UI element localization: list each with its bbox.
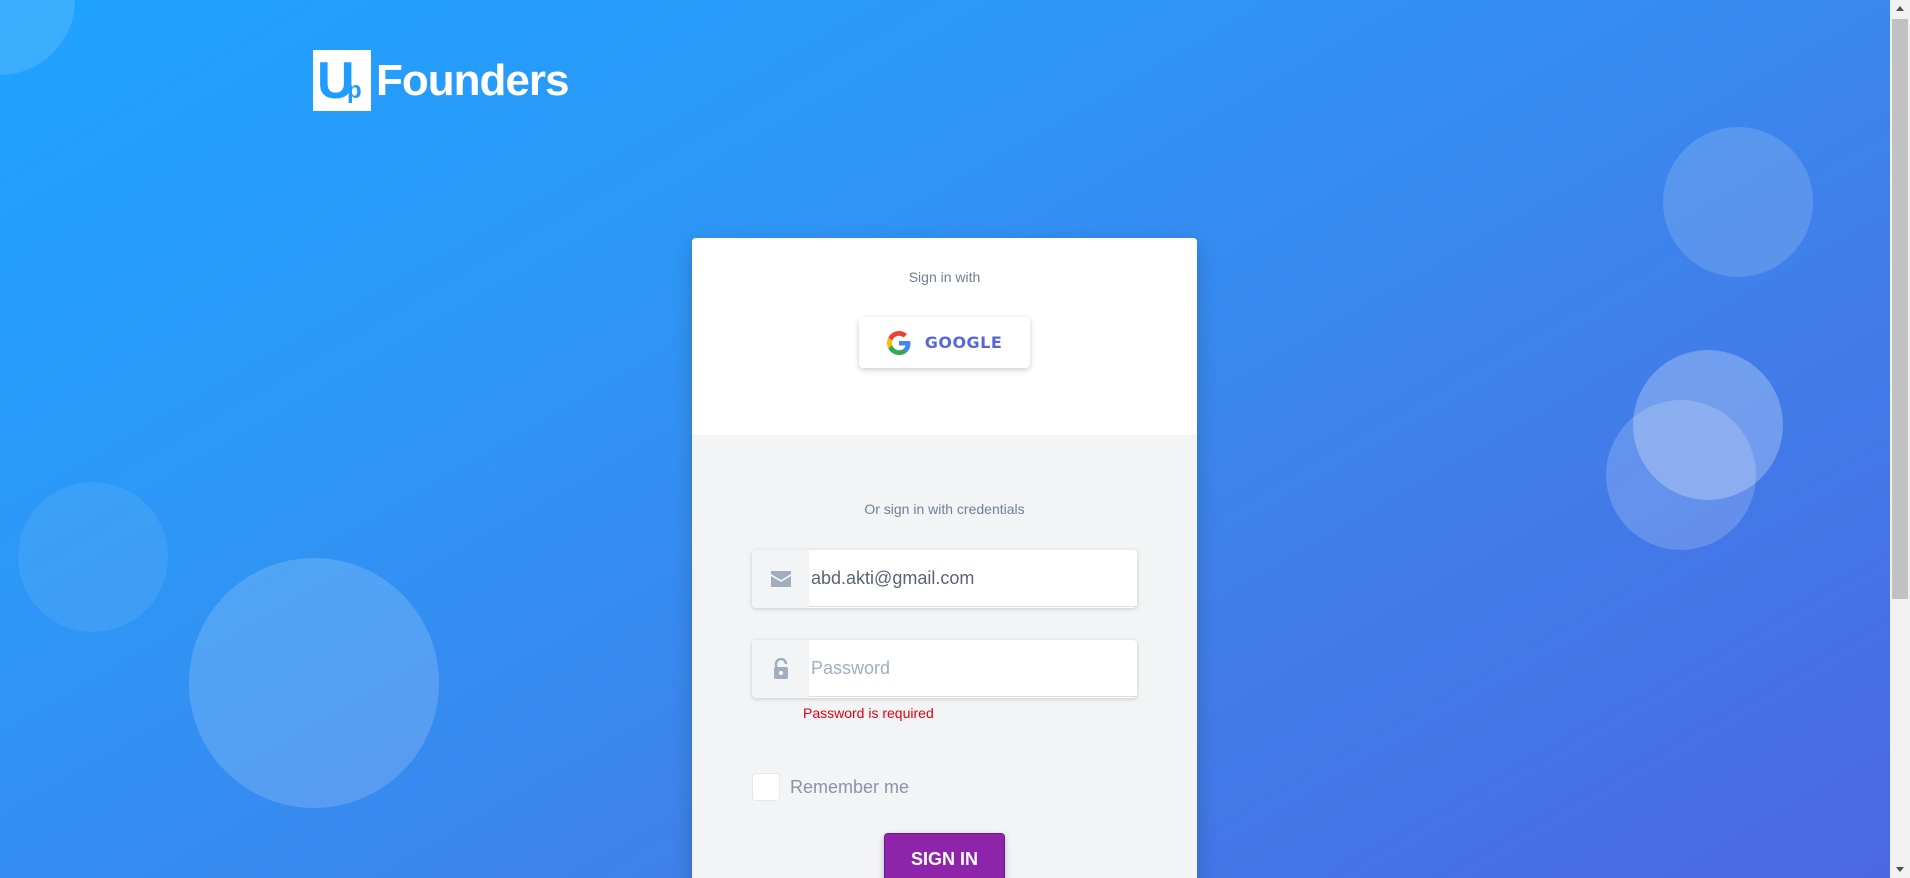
login-page: U p Founders Sign in with GOOGLE Or sign… — [0, 0, 1890, 878]
email-field-wrapper — [752, 550, 1137, 608]
logo-mark: U p — [313, 50, 371, 111]
decorative-bubble — [1633, 350, 1783, 500]
email-input[interactable] — [809, 551, 1137, 607]
password-field-wrapper — [752, 640, 1137, 698]
remember-me-label[interactable]: Remember me — [790, 777, 909, 798]
decorative-bubble — [1663, 127, 1813, 277]
google-signin-button[interactable]: GOOGLE — [859, 317, 1030, 368]
scrollbar-thumb[interactable] — [1892, 19, 1908, 599]
credentials-section: Or sign in with credentials abd.akti@gma… — [692, 435, 1197, 878]
password-error-message: Password is required — [803, 705, 934, 721]
decorative-bubble — [0, 0, 75, 75]
unlock-icon — [752, 640, 809, 698]
envelope-icon — [752, 550, 809, 608]
decorative-bubble — [18, 482, 168, 632]
scroll-up-arrow-icon[interactable] — [1890, 0, 1910, 17]
google-button-label: GOOGLE — [924, 333, 1003, 352]
login-card: Sign in with GOOGLE Or sign in with cred… — [692, 238, 1197, 878]
remember-me[interactable]: Remember me — [752, 773, 909, 801]
logo-letter-p: p — [347, 77, 362, 104]
scroll-down-arrow-icon[interactable] — [1890, 861, 1910, 878]
password-input[interactable] — [809, 641, 1137, 697]
credentials-heading: Or sign in with credentials — [864, 501, 1025, 517]
logo-text: Founders — [376, 55, 569, 105]
brand-logo[interactable]: U p Founders — [313, 50, 569, 111]
social-login-section: Sign in with GOOGLE — [692, 238, 1197, 435]
google-g-icon — [886, 330, 911, 355]
vertical-scrollbar[interactable] — [1890, 0, 1910, 878]
sign-in-button[interactable]: SIGN IN — [884, 833, 1005, 878]
decorative-bubble — [189, 558, 439, 808]
remember-me-checkbox[interactable] — [752, 773, 780, 801]
social-heading: Sign in with — [908, 269, 981, 285]
